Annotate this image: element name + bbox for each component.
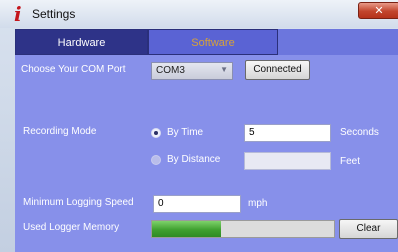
by-distance-label: By Distance — [167, 154, 221, 165]
by-time-radio[interactable] — [151, 128, 161, 138]
close-icon: ✕ — [374, 4, 384, 17]
close-button[interactable]: ✕ — [358, 2, 398, 19]
memory-progress-bar — [151, 220, 335, 238]
recording-mode-label: Recording Mode — [23, 126, 97, 137]
feet-unit-label: Feet — [340, 156, 361, 167]
com-port-value: COM3 — [156, 65, 185, 76]
min-speed-field[interactable]: 0 — [153, 195, 241, 213]
mph-unit-label: mph — [248, 198, 268, 209]
chevron-down-icon: ▼ — [220, 65, 228, 74]
connected-button[interactable]: Connected — [245, 60, 310, 80]
memory-label: Used Logger Memory — [23, 222, 120, 233]
tab-strip: Hardware Software — [15, 29, 398, 55]
tab-software[interactable]: Software — [148, 29, 278, 55]
window-title: Settings — [32, 7, 76, 21]
by-distance-radio[interactable] — [151, 155, 161, 165]
title-bar: i Settings ✕ — [0, 0, 398, 28]
com-port-select[interactable]: COM3 ▼ — [151, 62, 233, 80]
memory-progress-fill — [152, 221, 222, 237]
time-interval-field[interactable]: 5 — [244, 124, 331, 142]
clear-button[interactable]: Clear — [339, 219, 398, 239]
seconds-unit-label: Seconds — [340, 127, 379, 138]
distance-interval-field[interactable] — [244, 152, 331, 170]
min-speed-label: Minimum Logging Speed — [23, 197, 134, 208]
settings-panel: Hardware Software Choose Your COM Port C… — [15, 29, 398, 252]
tab-hardware[interactable]: Hardware — [15, 29, 148, 55]
info-icon: i — [14, 2, 22, 26]
by-time-label: By Time — [167, 127, 204, 138]
settings-window: i Settings ✕ Hardware Software Choose Yo… — [0, 0, 398, 252]
com-port-label: Choose Your COM Port — [21, 64, 126, 75]
